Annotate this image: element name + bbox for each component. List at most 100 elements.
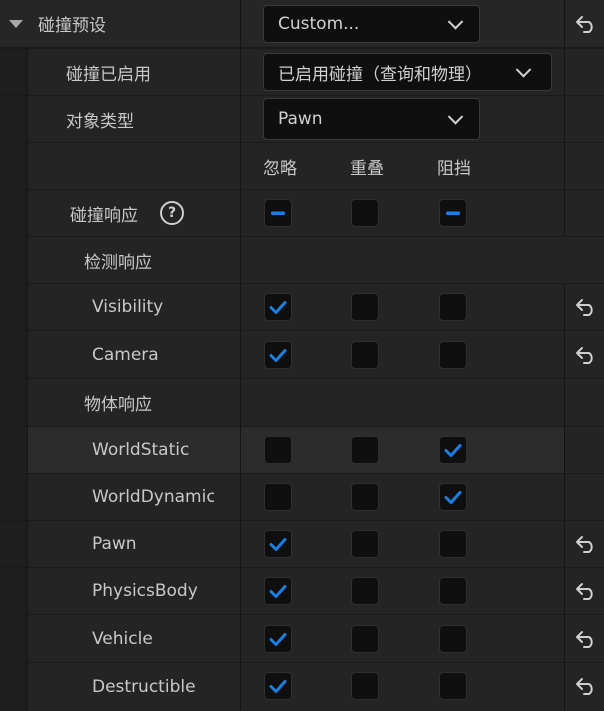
- chevron-down-icon: [515, 62, 532, 78]
- divider: [240, 615, 241, 662]
- indent-lane: [0, 143, 28, 189]
- divider: [240, 49, 241, 95]
- collision-response-label: 碰撞响应: [70, 205, 138, 226]
- channel-label: WorldDynamic: [92, 487, 214, 507]
- reset-to-default-icon[interactable]: [574, 676, 598, 696]
- divider: [240, 237, 241, 283]
- object-row-vehicle: Vehicle: [0, 615, 604, 662]
- collision-preset-dropdown[interactable]: Custom...: [263, 5, 480, 43]
- reset-lane: [564, 96, 604, 142]
- reset-lane: [564, 427, 604, 473]
- trace-responses-section: 检测响应: [0, 237, 604, 283]
- collision-enabled-dropdown[interactable]: 已启用碰撞（查询和物理）: [263, 53, 552, 91]
- object-type-label: 对象类型: [66, 111, 134, 132]
- collision-enabled-label: 碰撞已启用: [66, 64, 151, 85]
- block-checkbox[interactable]: [439, 672, 467, 700]
- collision-response-block-checkbox[interactable]: [439, 199, 467, 227]
- divider: [240, 96, 241, 142]
- channel-label: Camera: [92, 344, 159, 365]
- reset-lane: [564, 190, 604, 236]
- checkmark-icon: [269, 301, 287, 314]
- ignore-checkbox[interactable]: [264, 293, 292, 321]
- indent-lane: [0, 521, 28, 567]
- block-checkbox[interactable]: [439, 341, 467, 369]
- ignore-checkbox[interactable]: [264, 672, 292, 700]
- overlap-checkbox[interactable]: [351, 672, 379, 700]
- block-checkbox[interactable]: [439, 577, 467, 605]
- collision-presets-row: 碰撞预设 Custom...: [0, 0, 604, 47]
- object-row-pawn: Pawn: [0, 521, 604, 567]
- indent-lane: [0, 379, 28, 426]
- checkmark-icon: [444, 444, 462, 457]
- indent-lane: [0, 615, 28, 662]
- block-checkbox[interactable]: [439, 483, 467, 511]
- block-checkbox[interactable]: [439, 293, 467, 321]
- object-type-dropdown[interactable]: Pawn: [263, 98, 480, 140]
- column-ignore: 忽略: [263, 159, 297, 179]
- divider: [240, 331, 241, 378]
- reset-to-default-icon[interactable]: [574, 581, 598, 601]
- indent-lane: [0, 237, 28, 283]
- object-type-value: Pawn: [278, 109, 323, 129]
- column-overlap: 重叠: [350, 159, 384, 179]
- indent-lane: [0, 284, 28, 330]
- overlap-checkbox[interactable]: [351, 483, 379, 511]
- reset-to-default-icon[interactable]: [574, 534, 598, 554]
- channel-label: Vehicle: [92, 628, 153, 649]
- trace-row-visibility: Visibility: [0, 284, 604, 330]
- reset-to-default-icon[interactable]: [574, 14, 598, 34]
- collision-response-overlap-checkbox[interactable]: [351, 199, 379, 227]
- ignore-checkbox[interactable]: [264, 530, 292, 558]
- indent-lane: [0, 427, 28, 473]
- block-checkbox[interactable]: [439, 530, 467, 558]
- checkmark-icon: [444, 491, 462, 504]
- collision-response-row: 碰撞响应 ?: [0, 190, 604, 236]
- divider: [240, 663, 241, 711]
- divider: [240, 0, 241, 47]
- ignore-checkbox[interactable]: [264, 436, 292, 464]
- ignore-checkbox[interactable]: [264, 483, 292, 511]
- indeterminate-icon: [446, 211, 460, 215]
- object-responses-label: 物体响应: [84, 395, 152, 415]
- trace-responses-label: 检测响应: [84, 252, 152, 273]
- overlap-checkbox[interactable]: [351, 293, 379, 321]
- checkmark-icon: [269, 349, 287, 362]
- divider: [240, 474, 241, 520]
- object-row-worldstatic: WorldStatic: [0, 427, 604, 473]
- checkmark-icon: [269, 585, 287, 598]
- help-icon[interactable]: ?: [160, 201, 184, 225]
- divider: [240, 521, 241, 567]
- overlap-checkbox[interactable]: [351, 530, 379, 558]
- collision-enabled-value: 已启用碰撞（查询和物理）: [278, 64, 482, 85]
- divider: [240, 284, 241, 330]
- block-checkbox[interactable]: [439, 625, 467, 653]
- channel-label: Destructible: [92, 677, 196, 697]
- object-responses-section: 物体响应: [0, 379, 604, 426]
- reset-lane: [564, 474, 604, 520]
- divider: [240, 379, 241, 426]
- indent-lane: [0, 96, 28, 142]
- channel-label: Visibility: [92, 297, 164, 317]
- reset-to-default-icon[interactable]: [574, 629, 598, 649]
- reset-to-default-icon[interactable]: [574, 297, 598, 317]
- collapse-arrow-icon[interactable]: [9, 20, 23, 28]
- chevron-down-icon: [447, 14, 464, 30]
- overlap-checkbox[interactable]: [351, 577, 379, 605]
- indent-lane: [0, 568, 28, 614]
- indent-lane: [0, 331, 28, 378]
- ignore-checkbox[interactable]: [264, 577, 292, 605]
- divider: [240, 143, 241, 189]
- ignore-checkbox[interactable]: [264, 625, 292, 653]
- collision-presets-label: 碰撞预设: [38, 16, 106, 36]
- object-row-destructible: Destructible: [0, 663, 604, 711]
- overlap-checkbox[interactable]: [351, 625, 379, 653]
- collision-response-ignore-checkbox[interactable]: [264, 199, 292, 227]
- ignore-checkbox[interactable]: [264, 341, 292, 369]
- overlap-checkbox[interactable]: [351, 341, 379, 369]
- overlap-checkbox[interactable]: [351, 436, 379, 464]
- indeterminate-icon: [271, 211, 285, 215]
- reset-to-default-icon[interactable]: [574, 345, 598, 365]
- chevron-down-icon: [447, 109, 464, 125]
- indent-lane: [0, 474, 28, 520]
- block-checkbox[interactable]: [439, 436, 467, 464]
